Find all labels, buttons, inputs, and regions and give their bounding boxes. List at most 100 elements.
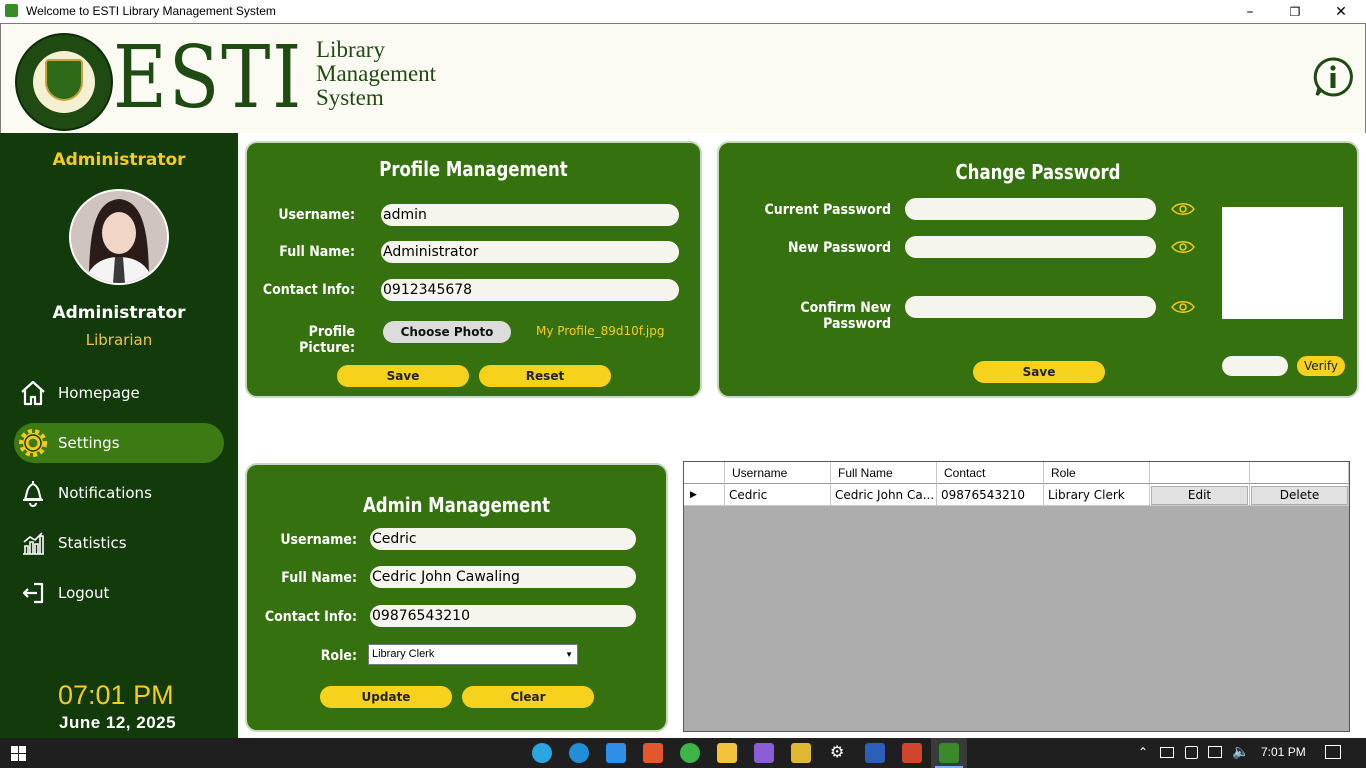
role-select-value: Library Clerk: [372, 648, 435, 660]
title-bar: Welcome to ESTI Library Management Syste…: [0, 0, 1366, 23]
sidebar: Administrator Administrator Librarian Ho…: [0, 133, 238, 738]
sidebar-role-heading: Administrator: [52, 150, 186, 170]
profile-fullname-field[interactable]: Administrator: [381, 241, 679, 263]
visual-studio-icon[interactable]: [754, 743, 774, 763]
header-banner: ESTI Library Management System: [0, 23, 1366, 134]
username-label: Username:: [280, 532, 357, 548]
taskbar-clock[interactable]: 7:01 PM: [1261, 745, 1306, 759]
info-icon[interactable]: [1313, 57, 1353, 97]
taskbar: ⚙ ⌃ 🔈 7:01 PM: [0, 738, 1366, 768]
panel-title: Change Password: [955, 160, 1121, 184]
username-label: Username:: [278, 207, 355, 223]
current-password-field[interactable]: [905, 198, 1156, 220]
sidebar-item-notifications[interactable]: Notifications: [14, 473, 224, 513]
fullname-label: Full Name:: [281, 570, 357, 586]
gear-icon: [18, 428, 48, 458]
file-explorer-icon[interactable]: [717, 743, 737, 763]
picture-label: Profile Picture:: [299, 324, 355, 356]
panel-title: Profile Management: [379, 157, 568, 181]
show-password-eye-icon[interactable]: [1171, 239, 1195, 258]
clear-button[interactable]: Clear: [462, 686, 594, 708]
panel-title: Admin Management: [362, 493, 550, 517]
chart-icon: [18, 528, 48, 558]
tray-chevron-up-icon[interactable]: ⌃: [1138, 745, 1148, 759]
network-icon[interactable]: [1208, 746, 1222, 758]
settings-app-icon[interactable]: ⚙: [830, 742, 844, 761]
update-button[interactable]: Update: [320, 686, 452, 708]
minimize-button[interactable]: –: [1227, 0, 1273, 23]
row-selector-icon[interactable]: ▶: [684, 484, 725, 506]
window-title: Welcome to ESTI Library Management Syste…: [26, 4, 276, 18]
profile-username-field[interactable]: admin: [381, 204, 679, 226]
contact-label: Contact Info:: [264, 609, 357, 625]
sidebar-item-label: Notifications: [58, 484, 152, 502]
maximize-button[interactable]: ❐: [1272, 0, 1318, 23]
brand-title: ESTI: [113, 28, 304, 128]
profile-save-button[interactable]: Save: [337, 365, 469, 387]
sidebar-item-logout[interactable]: Logout: [14, 573, 224, 613]
sidebar-item-label: Logout: [58, 584, 110, 602]
user-name: Administrator: [52, 303, 186, 323]
sidebar-item-label: Settings: [58, 434, 120, 452]
fullname-label: Full Name:: [279, 244, 355, 260]
battery-icon[interactable]: [1160, 747, 1174, 758]
sidebar-item-settings[interactable]: Settings: [14, 423, 224, 463]
volume-icon[interactable]: 🔈: [1232, 743, 1249, 760]
verify-button[interactable]: Verify: [1297, 356, 1345, 376]
admin-fullname-field[interactable]: Cedric John Cawaling: [370, 566, 636, 588]
show-password-eye-icon[interactable]: [1171, 201, 1195, 220]
column-header-role[interactable]: Role: [1044, 462, 1150, 484]
wifi-icon[interactable]: [1185, 746, 1198, 759]
confirm-password-label: Confirm New Password: [800, 300, 891, 332]
sidebar-item-label: Homepage: [58, 384, 140, 402]
chrome-app-icon[interactable]: [532, 743, 552, 763]
snipping-tool-icon[interactable]: [606, 743, 626, 763]
column-header-username[interactable]: Username: [725, 462, 831, 484]
admin-management-panel: Admin Management Username: Cedric Full N…: [245, 463, 668, 732]
column-header-fullname[interactable]: Full Name: [831, 462, 937, 484]
library-app-icon: [939, 743, 959, 763]
admin-contact-field[interactable]: 09876543210: [370, 605, 636, 627]
windows-start-icon[interactable]: [11, 746, 26, 765]
cell-contact[interactable]: 09876543210: [937, 484, 1044, 506]
sidebar-item-statistics[interactable]: Statistics: [14, 523, 224, 563]
clock-date: June 12, 2025: [59, 713, 177, 732]
show-password-eye-icon[interactable]: [1171, 299, 1195, 318]
captcha-input[interactable]: [1222, 356, 1288, 376]
row-header-corner: [684, 462, 725, 484]
sidebar-item-homepage[interactable]: Homepage: [14, 373, 224, 413]
edit-row-button[interactable]: Edit: [1151, 486, 1248, 505]
avatar: [69, 189, 169, 285]
new-password-field[interactable]: [905, 236, 1156, 258]
bell-icon: [18, 478, 48, 508]
password-save-button[interactable]: Save: [973, 361, 1105, 383]
column-header-contact[interactable]: Contact: [937, 462, 1044, 484]
powerpoint-app-icon[interactable]: [902, 743, 922, 763]
admin-data-grid: Username Full Name Contact Role ▶ Cedric…: [683, 461, 1350, 732]
database-tool-icon[interactable]: [791, 743, 811, 763]
profile-reset-button[interactable]: Reset: [479, 365, 611, 387]
sidebar-item-label: Statistics: [58, 534, 127, 552]
column-header-delete: [1250, 462, 1349, 484]
home-icon: [18, 378, 48, 408]
logout-icon: [18, 578, 48, 608]
confirm-password-field[interactable]: [905, 296, 1156, 318]
role-select[interactable]: Library Clerk ▼: [368, 644, 578, 665]
cell-role[interactable]: Library Clerk: [1044, 484, 1150, 506]
word-app-icon[interactable]: [865, 743, 885, 763]
choose-photo-button[interactable]: Choose Photo: [383, 321, 511, 343]
close-button[interactable]: ✕: [1318, 0, 1364, 23]
clock-time: 07:01 PM: [58, 680, 174, 710]
edge-app-icon[interactable]: [569, 743, 589, 763]
delete-row-button[interactable]: Delete: [1251, 486, 1348, 505]
admin-username-field[interactable]: Cedric: [370, 528, 636, 550]
cell-fullname[interactable]: Cedric John Ca...: [831, 484, 937, 506]
user-role: Librarian: [85, 331, 153, 349]
brave-browser-icon[interactable]: [643, 743, 663, 763]
active-app-tab[interactable]: [931, 738, 967, 768]
cell-username[interactable]: Cedric: [725, 484, 831, 506]
profile-contact-field[interactable]: 0912345678: [381, 279, 679, 301]
role-label: Role:: [320, 648, 357, 664]
photos-app-icon[interactable]: [680, 743, 700, 763]
notification-center-icon[interactable]: [1325, 745, 1341, 759]
